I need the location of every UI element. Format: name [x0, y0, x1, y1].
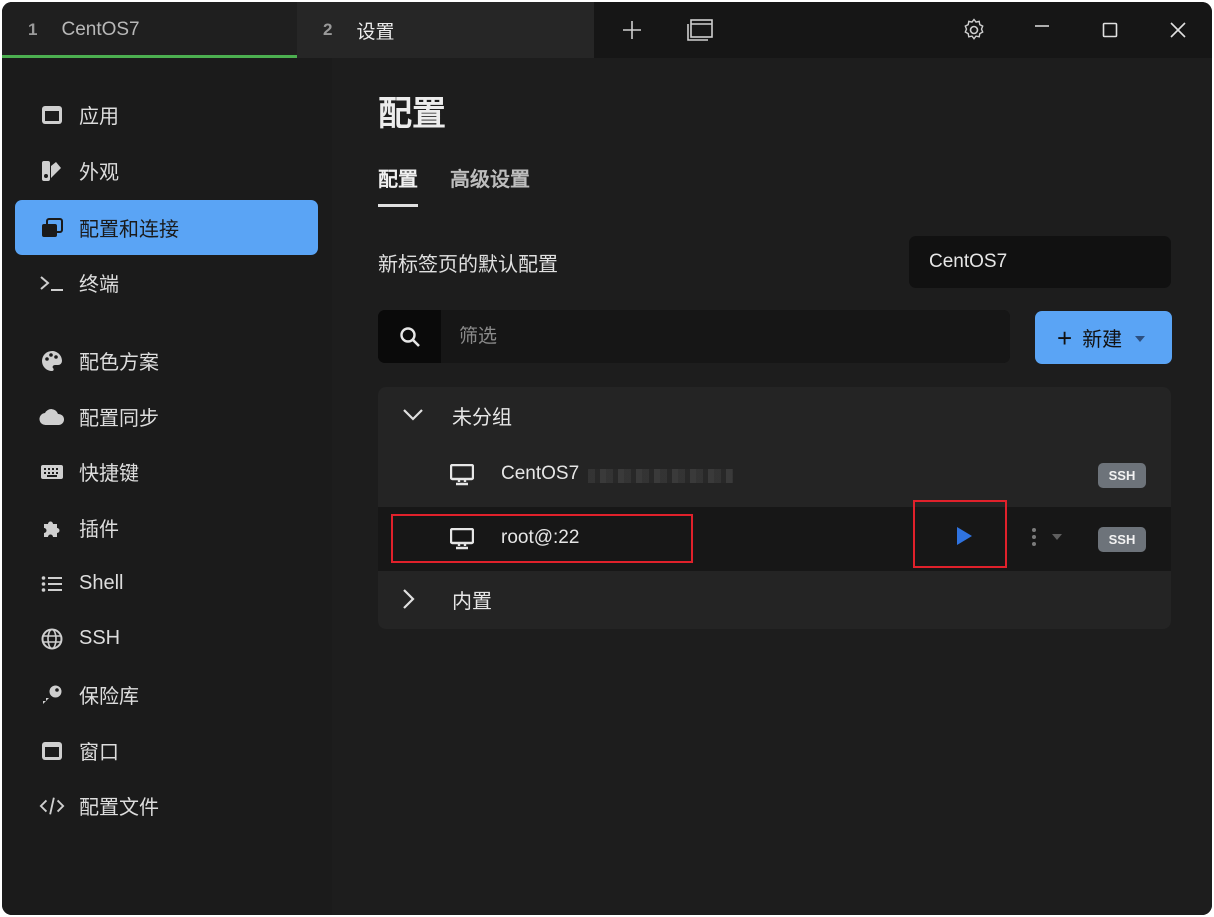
filter-input[interactable] [441, 310, 1010, 363]
sidebar-item-label: 配置和连接 [79, 219, 179, 241]
settings-main-panel: 配置 配置 高级设置 新标签页的默认配置 CentOS7 + 新建 未分组 Ce… [332, 58, 1212, 915]
sidebar-item-profiles[interactable]: 配置和连接 [15, 200, 318, 255]
sidebar-item-application[interactable]: 应用 [15, 87, 318, 142]
sidebar-item-window[interactable]: 窗口 [15, 723, 318, 778]
window-restore-icon [39, 215, 65, 241]
tab-settings[interactable]: 2 设置 [297, 2, 594, 58]
app-window-icon [39, 102, 65, 128]
sidebar-item-label: 窗口 [79, 742, 119, 764]
play-icon[interactable] [955, 525, 973, 553]
profile-row-centos7[interactable]: CentOS7 SSH [378, 443, 1171, 507]
sidebar-item-label: 快捷键 [79, 463, 139, 485]
globe-icon [39, 626, 65, 652]
sidebar-item-label: Shell [79, 572, 124, 594]
minimize-button[interactable] [1020, 2, 1064, 58]
sidebar-item-label: 配色方案 [79, 352, 159, 374]
group-ungrouped[interactable]: 未分组 [378, 387, 1171, 443]
sidebar-item-terminal[interactable]: 终端 [15, 255, 318, 310]
sidebar-item-label: 外观 [79, 162, 119, 184]
windows-icon [687, 19, 713, 41]
ssh-badge: SSH [1098, 527, 1146, 552]
code-icon [39, 793, 65, 819]
sidebar-item-config-file[interactable]: 配置文件 [15, 778, 318, 833]
redacted-host [588, 469, 733, 483]
tab-centos7[interactable]: 1 CentOS7 [2, 2, 297, 58]
tab-advanced-settings[interactable]: 高级设置 [450, 163, 530, 192]
profile-row-root[interactable]: root@:22 SSH [378, 507, 1171, 571]
terminal-prompt-icon [39, 270, 65, 296]
list-icon [39, 571, 65, 597]
more-options-button[interactable] [1031, 527, 1063, 547]
sidebar-item-config-sync[interactable]: 配置同步 [15, 389, 318, 444]
chevron-down-icon [402, 408, 432, 422]
sidebar-item-label: 终端 [79, 274, 119, 296]
new-profile-button[interactable]: + 新建 [1035, 311, 1172, 364]
window-icon [39, 738, 65, 764]
sidebar-item-label: 保险库 [79, 686, 139, 708]
plus-icon [623, 21, 641, 39]
tab-overview-button[interactable] [678, 2, 722, 58]
search-icon [378, 310, 441, 363]
sidebar-item-label: 插件 [79, 519, 119, 541]
close-icon [1170, 22, 1186, 38]
swatchbook-icon [39, 158, 65, 184]
sidebar-item-ssh[interactable]: SSH [15, 611, 318, 666]
tab-number: 2 [323, 20, 333, 39]
page-title: 配置 [378, 95, 446, 133]
sidebar-item-color-scheme[interactable]: 配色方案 [15, 333, 318, 388]
sidebar-item-vault[interactable]: 保险库 [15, 667, 318, 722]
default-profile-label: 新标签页的默认配置 [378, 254, 558, 276]
sidebar-item-label: 配置同步 [79, 408, 159, 430]
ssh-badge: SSH [1098, 463, 1146, 488]
sidebar-item-label: SSH [79, 627, 121, 649]
caret-down-icon [1134, 326, 1146, 349]
palette-icon [39, 348, 65, 374]
settings-button[interactable] [952, 2, 996, 58]
title-bar: 1 CentOS7 2 设置 [2, 2, 1212, 58]
sidebar-item-plugins[interactable]: 插件 [15, 500, 318, 555]
group-label: 内置 [452, 590, 492, 613]
minimize-icon [1035, 25, 1049, 27]
key-icon [39, 682, 65, 708]
plus-icon: + [1057, 322, 1073, 353]
profile-name: root@:22 [501, 527, 580, 548]
new-tab-button[interactable] [610, 2, 654, 58]
gear-icon [964, 18, 984, 40]
profile-name: CentOS7 [501, 463, 580, 484]
maximize-button[interactable] [1088, 2, 1132, 58]
puzzle-icon [39, 515, 65, 541]
sidebar-item-label: 配置文件 [79, 797, 159, 819]
tab-label: 设置 [356, 21, 395, 43]
tab-profiles[interactable]: 配置 [378, 163, 418, 207]
new-button-label: 新建 [1082, 329, 1123, 351]
filter-box [378, 310, 1010, 363]
cloud-icon [39, 404, 65, 430]
sidebar-item-shell[interactable]: Shell [15, 556, 318, 611]
tab-label: CentOS7 [61, 19, 140, 40]
default-profile-select[interactable]: CentOS7 [909, 236, 1171, 288]
keyboard-icon [39, 459, 65, 485]
settings-sidebar: 应用 外观 配置和连接 终端 配色方案 配置同步 快捷键 插件 Shell SS… [2, 58, 332, 915]
monitor-icon [449, 527, 475, 556]
sidebar-item-hotkeys[interactable]: 快捷键 [15, 444, 318, 499]
profile-list: 未分组 CentOS7 SSH root@:22 SSH 内置 [378, 387, 1171, 629]
app-window: 1 CentOS7 2 设置 应用 外观 配置和连接 终端 配色方案 配置同步 … [2, 2, 1212, 915]
group-builtin[interactable]: 内置 [378, 571, 1171, 627]
caret-down-icon [1052, 534, 1062, 540]
kebab-icon [1032, 528, 1036, 546]
group-label: 未分组 [452, 406, 512, 429]
sidebar-item-appearance[interactable]: 外观 [15, 143, 318, 198]
close-button[interactable] [1156, 2, 1200, 58]
chevron-right-icon [402, 588, 432, 610]
monitor-icon [449, 463, 475, 492]
tab-number: 1 [28, 20, 38, 39]
maximize-icon [1102, 22, 1118, 38]
sidebar-item-label: 应用 [79, 106, 119, 128]
